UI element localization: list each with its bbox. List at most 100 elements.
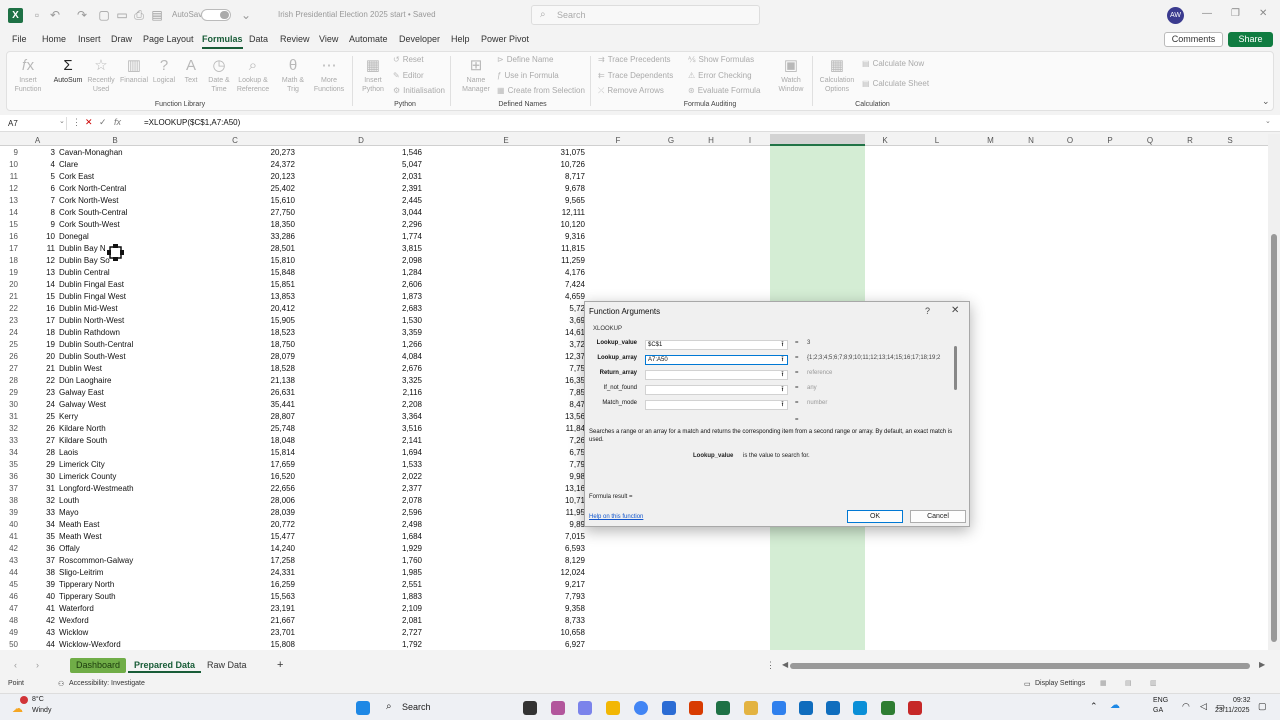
- save-icon[interactable]: ▫: [30, 8, 44, 22]
- cell-b[interactable]: Galway West: [59, 400, 106, 409]
- cell-b[interactable]: Donegal: [59, 232, 89, 241]
- cell-a[interactable]: 19: [18, 340, 55, 349]
- argument-input[interactable]: [645, 370, 788, 380]
- row-header[interactable]: 9: [0, 148, 18, 157]
- cell-c[interactable]: 28,039: [175, 508, 295, 517]
- cell-d[interactable]: 1,694: [296, 448, 422, 457]
- cell-e[interactable]: 9,358: [427, 604, 585, 613]
- cell-c[interactable]: 28,501: [175, 244, 295, 253]
- tab-review[interactable]: Review: [280, 34, 310, 44]
- create-from-selection-button[interactable]: ▦ Create from Selection: [497, 86, 585, 95]
- scroll-left-icon[interactable]: ◀: [782, 660, 788, 669]
- row-header[interactable]: 42: [0, 544, 18, 553]
- row-header[interactable]: 37: [0, 484, 18, 493]
- cell-c[interactable]: 15,814: [175, 448, 295, 457]
- cell-a[interactable]: 33: [18, 508, 55, 517]
- tab-developer[interactable]: Developer: [399, 34, 440, 44]
- row-header[interactable]: 19: [0, 268, 18, 277]
- cell-e[interactable]: 9,678: [427, 184, 585, 193]
- cell-e[interactable]: 7,85: [427, 388, 585, 397]
- cell-d[interactable]: 1,985: [296, 568, 422, 577]
- cell-c[interactable]: 17,258: [175, 556, 295, 565]
- cell-e[interactable]: 9,565: [427, 196, 585, 205]
- cell-a[interactable]: 12: [18, 256, 55, 265]
- cell-d[interactable]: 2,498: [296, 520, 422, 529]
- calculate-now-button[interactable]: ▤ Calculate Now: [862, 59, 924, 68]
- insert-function-button[interactable]: 𝑓x Insert Function: [10, 56, 46, 94]
- row-header[interactable]: 12: [0, 184, 18, 193]
- cell-d[interactable]: 2,445: [296, 196, 422, 205]
- column-header-c[interactable]: C: [175, 136, 295, 145]
- cell-e[interactable]: 11,95: [427, 508, 585, 517]
- cell-c[interactable]: 14,240: [175, 544, 295, 553]
- cell-c[interactable]: 22,656: [175, 484, 295, 493]
- use-in-formula-button[interactable]: ƒ Use in Formula: [497, 71, 559, 80]
- cell-b[interactable]: Longford-Westmeath: [59, 484, 134, 493]
- user-avatar[interactable]: AW: [1167, 7, 1184, 24]
- new-file-icon[interactable]: ▢: [97, 8, 111, 22]
- cell-d[interactable]: 3,815: [296, 244, 422, 253]
- trace-dependents-button[interactable]: ⇇ Trace Dependents: [598, 71, 673, 80]
- cell-b[interactable]: Dublin South-West: [59, 352, 126, 361]
- cell-d[interactable]: 2,208: [296, 400, 422, 409]
- cell-c[interactable]: 20,273: [175, 148, 295, 157]
- cell-e[interactable]: 11,84: [427, 424, 585, 433]
- clock-date[interactable]: 23/11/2025: [1215, 707, 1250, 714]
- sway-icon[interactable]: [853, 701, 867, 715]
- powerbi-icon[interactable]: [744, 701, 758, 715]
- cell-a[interactable]: 35: [18, 532, 55, 541]
- sheet-tab-prepared-data[interactable]: Prepared Data: [128, 658, 202, 673]
- cell-b[interactable]: Waterford: [59, 604, 94, 613]
- row-header[interactable]: 22: [0, 304, 18, 313]
- cell-b[interactable]: Dublin West: [59, 364, 102, 373]
- column-header-p[interactable]: P: [1091, 136, 1129, 145]
- error-checking-button[interactable]: ⚠ Error Checking: [688, 71, 752, 80]
- cell-d[interactable]: 1,883: [296, 592, 422, 601]
- cell-d[interactable]: 1,792: [296, 640, 422, 649]
- cell-d[interactable]: 2,078: [296, 496, 422, 505]
- excel-taskbar-icon[interactable]: [716, 701, 730, 715]
- cell-d[interactable]: 2,022: [296, 472, 422, 481]
- collapse-ribbon-icon[interactable]: ⌄: [1262, 96, 1270, 107]
- row-header[interactable]: 25: [0, 340, 18, 349]
- file-explorer-icon[interactable]: [606, 701, 620, 715]
- cell-d[interactable]: 1,760: [296, 556, 422, 565]
- row-header[interactable]: 46: [0, 592, 18, 601]
- column-header-i[interactable]: I: [731, 136, 769, 145]
- logical-button[interactable]: ? Logical: [148, 56, 180, 85]
- cell-d[interactable]: 3,359: [296, 328, 422, 337]
- app-icon[interactable]: [772, 701, 786, 715]
- tab-automate[interactable]: Automate: [349, 34, 388, 44]
- cell-d[interactable]: 1,284: [296, 268, 422, 277]
- cell-c[interactable]: 16,259: [175, 580, 295, 589]
- more-functions-button[interactable]: ⋯ More Functions: [309, 56, 349, 94]
- redo-icon[interactable]: ↷: [75, 8, 89, 22]
- cell-a[interactable]: 42: [18, 616, 55, 625]
- tab-power-pivot[interactable]: Power Pivot: [481, 34, 529, 44]
- cell-a[interactable]: 6: [18, 184, 55, 193]
- cell-e[interactable]: 14,61: [427, 328, 585, 337]
- taskbar-search[interactable]: Search: [402, 702, 431, 712]
- reset-button[interactable]: ↺ Reset: [393, 55, 424, 64]
- cell-c[interactable]: 23,701: [175, 628, 295, 637]
- red-app-icon[interactable]: [908, 701, 922, 715]
- cell-c[interactable]: 15,808: [175, 640, 295, 649]
- cell-a[interactable]: 30: [18, 472, 55, 481]
- cell-d[interactable]: 2,296: [296, 220, 422, 229]
- cell-d[interactable]: 1,873: [296, 292, 422, 301]
- cell-e[interactable]: 7,015: [427, 532, 585, 541]
- cell-a[interactable]: 20: [18, 352, 55, 361]
- cell-b[interactable]: Tipperary North: [59, 580, 114, 589]
- cell-c[interactable]: 15,563: [175, 592, 295, 601]
- cell-c[interactable]: 15,477: [175, 532, 295, 541]
- undo-icon[interactable]: ↶: [48, 8, 62, 22]
- cell-a[interactable]: 9: [18, 220, 55, 229]
- text-button[interactable]: A Text: [178, 56, 204, 85]
- cell-a[interactable]: 10: [18, 232, 55, 241]
- cell-b[interactable]: Cork North-West: [59, 196, 118, 205]
- cell-e[interactable]: 7,793: [427, 592, 585, 601]
- cell-d[interactable]: 2,683: [296, 304, 422, 313]
- task-view-icon[interactable]: [523, 701, 537, 715]
- more-options-icon[interactable]: ⌄: [239, 8, 253, 22]
- cell-a[interactable]: 4: [18, 160, 55, 169]
